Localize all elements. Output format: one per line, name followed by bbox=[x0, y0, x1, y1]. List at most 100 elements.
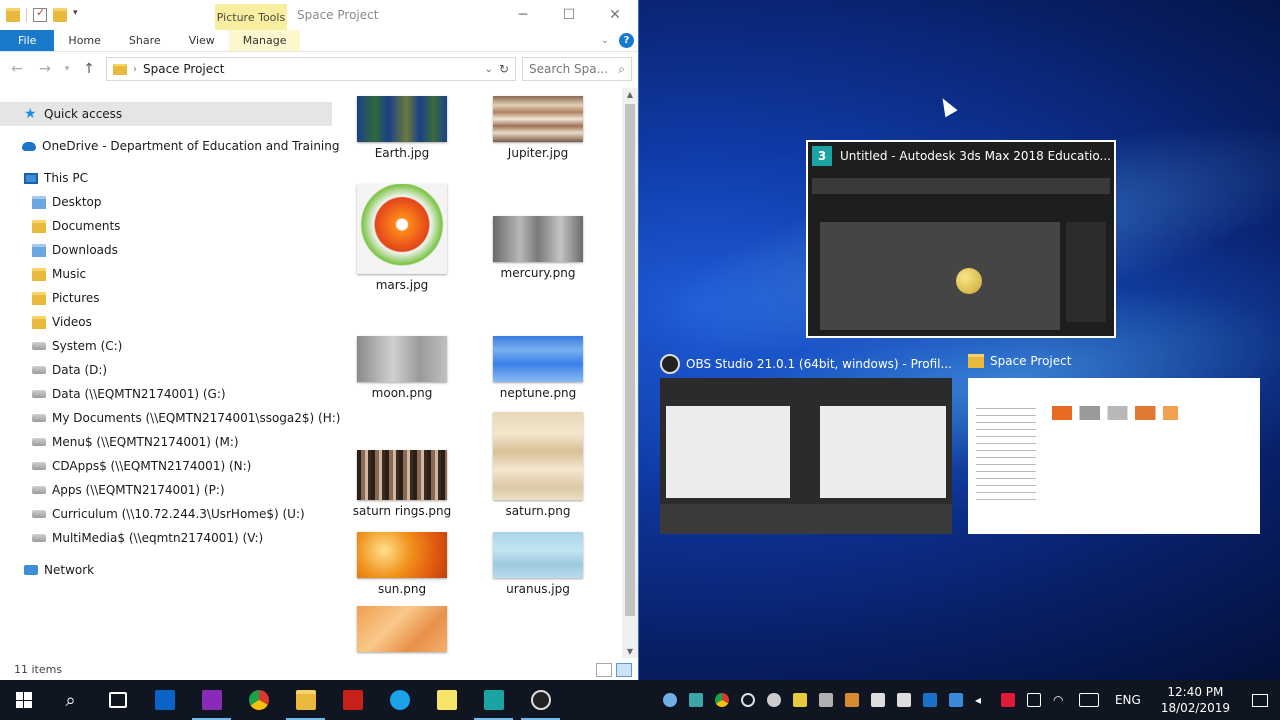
close-icon[interactable]: ✕ bbox=[592, 0, 638, 30]
scrollbar-thumb[interactable] bbox=[625, 104, 635, 616]
obs-button[interactable] bbox=[517, 680, 564, 720]
file-tile[interactable]: mercury.png bbox=[478, 216, 598, 280]
nav-item-this-pc[interactable]: This PC bbox=[0, 166, 332, 190]
security-icon[interactable] bbox=[818, 693, 833, 707]
meter-icon[interactable] bbox=[870, 693, 885, 707]
file-tile[interactable] bbox=[342, 606, 462, 656]
nav-label: MultiMedia$ (\\eqmtn2174001) (V:) bbox=[52, 531, 264, 545]
battery-icon[interactable] bbox=[1026, 693, 1041, 707]
drive-icon bbox=[32, 366, 46, 374]
nav-item-pictures[interactable]: Pictures bbox=[0, 286, 332, 310]
nav-item-menu-m[interactable]: Menu$ (\\EQMTN2174001) (M:) bbox=[0, 430, 332, 454]
file-tile[interactable]: neptune.png bbox=[478, 336, 598, 400]
nav-item-curriculum-u[interactable]: Curriculum (\\10.72.244.3\UsrHome$) (U:) bbox=[0, 502, 332, 526]
forward-icon[interactable]: → bbox=[34, 61, 56, 77]
file-tile[interactable]: uranus.jpg bbox=[478, 532, 598, 596]
search-button[interactable]: ⌕ bbox=[47, 680, 94, 720]
tab-file[interactable]: File bbox=[0, 30, 55, 51]
up-icon[interactable]: ↑ bbox=[78, 61, 100, 77]
task-view-button[interactable] bbox=[94, 680, 141, 720]
wifi-icon[interactable]: ◠ bbox=[1053, 693, 1067, 707]
onenote-button[interactable] bbox=[188, 680, 235, 720]
tray-app-icon[interactable] bbox=[948, 693, 963, 707]
task-view-window-space-project[interactable]: Space Project bbox=[968, 354, 1260, 534]
chrome-button[interactable] bbox=[235, 680, 282, 720]
tab-home[interactable]: Home bbox=[54, 30, 114, 51]
outlook-button[interactable] bbox=[141, 680, 188, 720]
nav-item-cdapps-n[interactable]: CDApps$ (\\EQMTN2174001) (N:) bbox=[0, 454, 332, 478]
nav-item-onedrive[interactable]: OneDrive - Department of Education and T… bbox=[0, 134, 340, 158]
bluetooth-icon[interactable] bbox=[922, 693, 937, 707]
network-drive-icon bbox=[32, 486, 46, 494]
nav-label: Downloads bbox=[52, 243, 118, 257]
chevron-down-icon[interactable]: ▾ bbox=[73, 8, 83, 22]
chevron-right-icon[interactable]: › bbox=[133, 64, 137, 75]
file-tile[interactable]: saturn.png bbox=[478, 412, 598, 518]
chrome-icon[interactable] bbox=[714, 693, 729, 707]
nav-item-system-c[interactable]: System (C:) bbox=[0, 334, 332, 358]
internet-explorer-button[interactable] bbox=[376, 680, 423, 720]
nav-item-data-g[interactable]: Data (\\EQMTN2174001) (G:) bbox=[0, 382, 332, 406]
file-tile[interactable]: moon.png bbox=[342, 336, 462, 400]
sticky-notes-button[interactable] bbox=[423, 680, 470, 720]
file-tile[interactable]: saturn rings.png bbox=[342, 450, 462, 518]
chevron-down-icon[interactable]: ⌄ bbox=[485, 64, 493, 75]
nav-item-data-d[interactable]: Data (D:) bbox=[0, 358, 332, 382]
clock[interactable]: 12:40 PM 18/02/2019 bbox=[1161, 684, 1230, 716]
nav-item-my-documents-h[interactable]: My Documents (\\EQMTN2174001\ssoga2$) (H… bbox=[0, 406, 340, 430]
minimize-icon[interactable]: ─ bbox=[500, 0, 546, 30]
obs-icon[interactable] bbox=[740, 693, 755, 707]
window-title: OBS Studio 21.0.1 (64bit, windows) - Pro… bbox=[686, 357, 952, 371]
scroll-up-icon[interactable]: ▲ bbox=[622, 90, 638, 99]
taskbar: ⌕ ◂ ◠ ENG 12:40 PM 18/02/2019 bbox=[0, 680, 1280, 720]
file-tile[interactable]: Earth.jpg bbox=[342, 96, 462, 160]
help-icon[interactable]: ? bbox=[619, 33, 634, 48]
file-tile[interactable]: sun.png bbox=[342, 532, 462, 596]
large-icons-view-icon[interactable] bbox=[616, 663, 632, 677]
refresh-icon[interactable]: ↻ bbox=[499, 62, 509, 76]
nav-item-desktop[interactable]: Desktop bbox=[0, 190, 332, 214]
new-folder-icon[interactable] bbox=[53, 8, 67, 22]
nav-item-multimedia-v[interactable]: MultiMedia$ (\\eqmtn2174001) (V:) bbox=[0, 526, 332, 550]
file-tile[interactable]: mars.jpg bbox=[342, 184, 462, 292]
properties-icon[interactable] bbox=[33, 6, 47, 22]
nav-item-documents[interactable]: Documents bbox=[0, 214, 332, 238]
nav-item-quick-access[interactable]: ★ Quick access bbox=[0, 102, 332, 126]
shield-icon[interactable] bbox=[792, 693, 807, 707]
back-icon[interactable]: ← bbox=[6, 61, 28, 77]
nav-item-music[interactable]: Music bbox=[0, 262, 332, 286]
maximize-icon[interactable]: ☐ bbox=[546, 0, 592, 30]
paint-icon[interactable] bbox=[844, 693, 859, 707]
scroll-down-icon[interactable]: ▼ bbox=[622, 647, 638, 656]
details-view-icon[interactable] bbox=[596, 663, 612, 677]
nav-item-videos[interactable]: Videos bbox=[0, 310, 332, 334]
cloud-icon[interactable] bbox=[766, 693, 781, 707]
vertical-scrollbar[interactable]: ▲ ▼ bbox=[622, 88, 638, 658]
onedrive-icon[interactable] bbox=[662, 693, 677, 707]
keyboard-icon[interactable] bbox=[1078, 693, 1099, 707]
nav-item-network[interactable]: Network bbox=[0, 558, 332, 582]
3ds-max-button[interactable] bbox=[470, 680, 517, 720]
tab-share[interactable]: Share bbox=[115, 30, 175, 51]
tab-view[interactable]: View bbox=[175, 30, 229, 51]
tray-app-icon[interactable] bbox=[896, 693, 911, 707]
volume-icon[interactable]: ◂ bbox=[975, 693, 989, 707]
start-button[interactable] bbox=[0, 680, 47, 720]
address-bar[interactable]: › Space Project ⌄ ↻ bbox=[106, 57, 516, 81]
tray-app-icon[interactable] bbox=[688, 693, 703, 707]
file-tile[interactable]: Jupiter.jpg bbox=[478, 96, 598, 160]
task-view-window-obs[interactable]: OBS Studio 21.0.1 (64bit, windows) - Pro… bbox=[660, 354, 952, 534]
nav-item-downloads[interactable]: Downloads bbox=[0, 238, 332, 262]
antivirus-icon[interactable] bbox=[1000, 693, 1015, 707]
tab-manage[interactable]: Manage bbox=[228, 30, 301, 51]
task-view-window-3dsmax[interactable]: 3 Untitled - Autodesk 3ds Max 2018 Educa… bbox=[806, 140, 1116, 338]
language-indicator[interactable]: ENG bbox=[1115, 693, 1141, 707]
action-center-button[interactable] bbox=[1240, 693, 1280, 707]
expand-ribbon-icon[interactable]: ⌄ bbox=[601, 35, 609, 46]
nav-item-apps-p[interactable]: Apps (\\EQMTN2174001) (P:) bbox=[0, 478, 332, 502]
acrobat-button[interactable] bbox=[329, 680, 376, 720]
file-explorer-button[interactable] bbox=[282, 680, 329, 720]
nav-label: Menu$ (\\EQMTN2174001) (M:) bbox=[52, 435, 239, 449]
search-input[interactable]: Search Spa... ⌕ bbox=[522, 57, 632, 81]
recent-locations-icon[interactable]: ▾ bbox=[62, 64, 72, 74]
